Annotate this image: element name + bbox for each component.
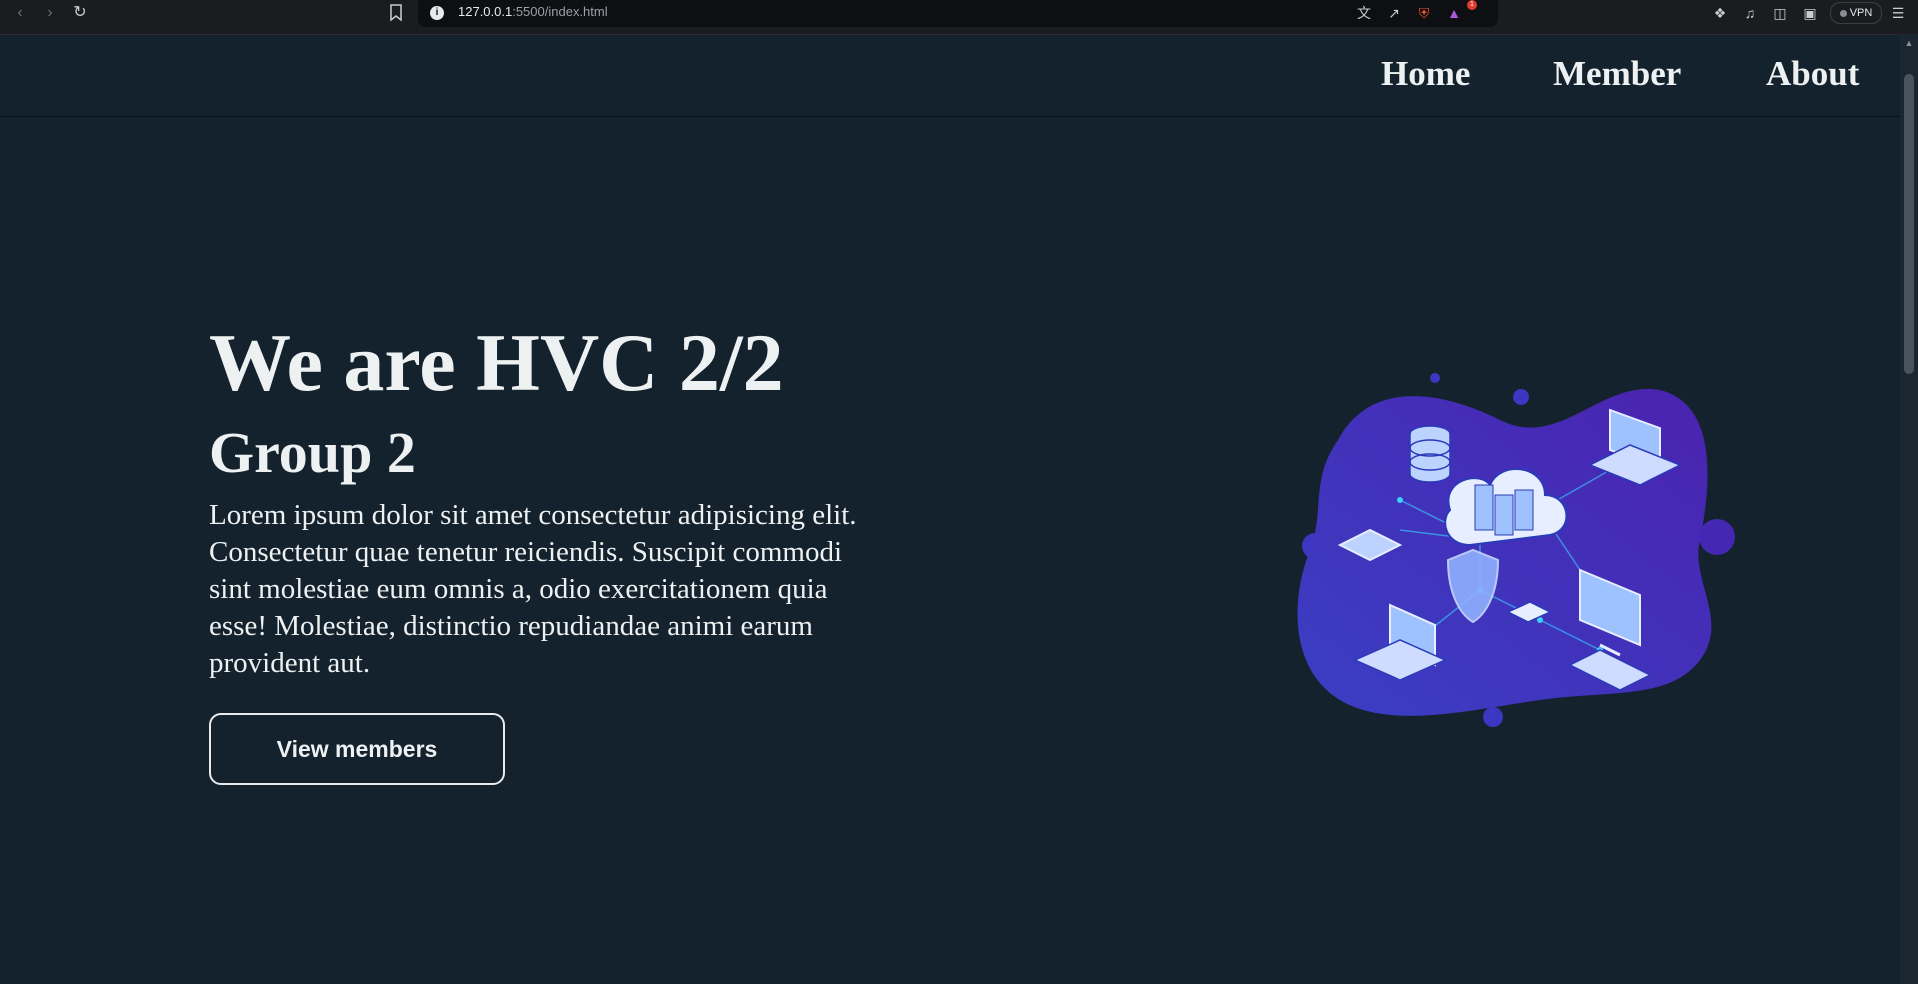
back-icon[interactable]: ‹ — [10, 3, 30, 23]
sidebar-icon[interactable]: ◫ — [1770, 3, 1790, 23]
address-bar[interactable]: i 127.0.0.1:5500/index.html 文 ↗ ⛨ ▲ — [418, 0, 1498, 27]
site-navbar: Home Member About — [0, 34, 1900, 117]
scroll-up-icon[interactable]: ▲ — [1904, 38, 1914, 48]
nav-link-member[interactable]: Member — [1553, 54, 1681, 94]
extensions-icon[interactable]: ❖ — [1710, 3, 1730, 23]
view-members-button[interactable]: View members — [209, 713, 505, 785]
share-icon[interactable]: ↗ — [1384, 3, 1404, 23]
url-path: :5500/index.html — [512, 4, 608, 19]
reload-icon[interactable]: ↻ — [70, 3, 90, 23]
translate-icon[interactable]: 文 — [1354, 3, 1374, 23]
hero-title: We are HVC 2/2 — [209, 317, 784, 408]
vpn-status-icon — [1839, 9, 1847, 17]
brave-rewards-icon[interactable]: ▲ — [1444, 3, 1464, 23]
wallet-icon[interactable]: ▣ — [1800, 3, 1820, 23]
site-info-icon[interactable]: i — [430, 6, 444, 20]
vpn-label: VPN — [1849, 7, 1873, 19]
brave-shields-icon[interactable]: ⛨ — [1414, 3, 1434, 23]
hero-subtitle: Group 2 — [209, 420, 416, 485]
menu-icon[interactable]: ☰ — [1888, 3, 1908, 23]
hero-description: Lorem ipsum dolor sit amet consectetur a… — [209, 499, 857, 679]
scrollbar-thumb[interactable] — [1904, 74, 1914, 374]
cloud-network-illustration — [1280, 360, 1740, 740]
rewards-badge: 1 — [1467, 0, 1477, 10]
vpn-button[interactable]: VPN — [1830, 2, 1882, 24]
url-text[interactable]: 127.0.0.1:5500/index.html — [458, 4, 608, 19]
forward-icon[interactable]: › — [40, 3, 60, 23]
nav-link-about[interactable]: About — [1766, 54, 1859, 94]
browser-toolbar: ‹ › ↻ i 127.0.0.1:5500/index.html 文 ↗ ⛨ … — [0, 0, 1918, 35]
nav-link-home[interactable]: Home — [1381, 54, 1470, 94]
media-icon[interactable]: ♫ — [1740, 3, 1760, 23]
url-host: 127.0.0.1 — [458, 4, 513, 19]
bookmark-icon[interactable] — [388, 3, 404, 23]
page-scrollbar[interactable]: ▲ — [1900, 34, 1918, 984]
